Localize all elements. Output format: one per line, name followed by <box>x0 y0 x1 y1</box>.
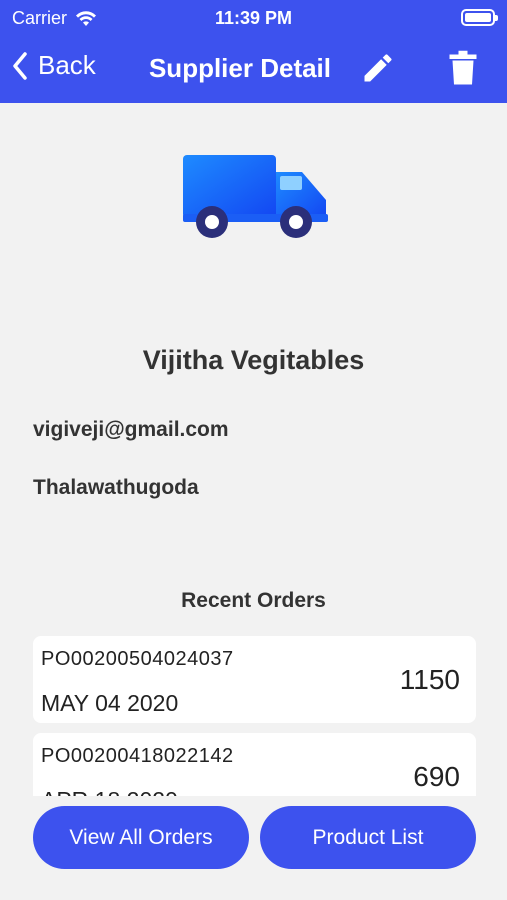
order-amount: 1150 <box>399 664 460 695</box>
order-po-number: PO00200418022142 <box>41 745 234 767</box>
order-po-number: PO00200504024037 <box>41 648 234 670</box>
edit-button[interactable] <box>360 50 396 91</box>
order-date: MAY 04 2020 <box>41 690 179 716</box>
order-date: APR 18 2020 <box>41 787 178 796</box>
truck-icon <box>183 155 328 238</box>
status-bar: Carrier 11:39 PM <box>0 0 507 36</box>
status-time: 11:39 PM <box>214 8 293 28</box>
trash-icon <box>449 50 477 85</box>
view-all-orders-button[interactable]: View All Orders <box>33 806 249 869</box>
order-row[interactable]: PO00200504024037 MAY 04 2020 1150 <box>33 636 476 723</box>
recent-orders-list[interactable]: PO00200504024037 MAY 04 2020 1150 PO0020… <box>33 636 476 796</box>
delete-button[interactable] <box>448 50 478 91</box>
pencil-icon <box>364 54 392 82</box>
order-amount: 690 <box>413 761 460 792</box>
product-list-button[interactable]: Product List <box>260 806 476 869</box>
supplier-email: vigiveji@gmail.com <box>33 418 229 441</box>
order-row[interactable]: PO00200418022142 APR 18 2020 690 <box>33 733 476 796</box>
page-title: Supplier Detail <box>148 53 332 83</box>
header: Carrier 11:39 PM Back Supplier Detail <box>0 0 507 103</box>
battery-icon <box>461 9 498 26</box>
navbar: Back Supplier Detail <box>0 36 507 103</box>
supplier-name: Vijitha Vegitables <box>142 345 365 375</box>
recent-orders-title: Recent Orders <box>181 589 326 612</box>
supplier-address: Thalawathugoda <box>33 476 199 499</box>
